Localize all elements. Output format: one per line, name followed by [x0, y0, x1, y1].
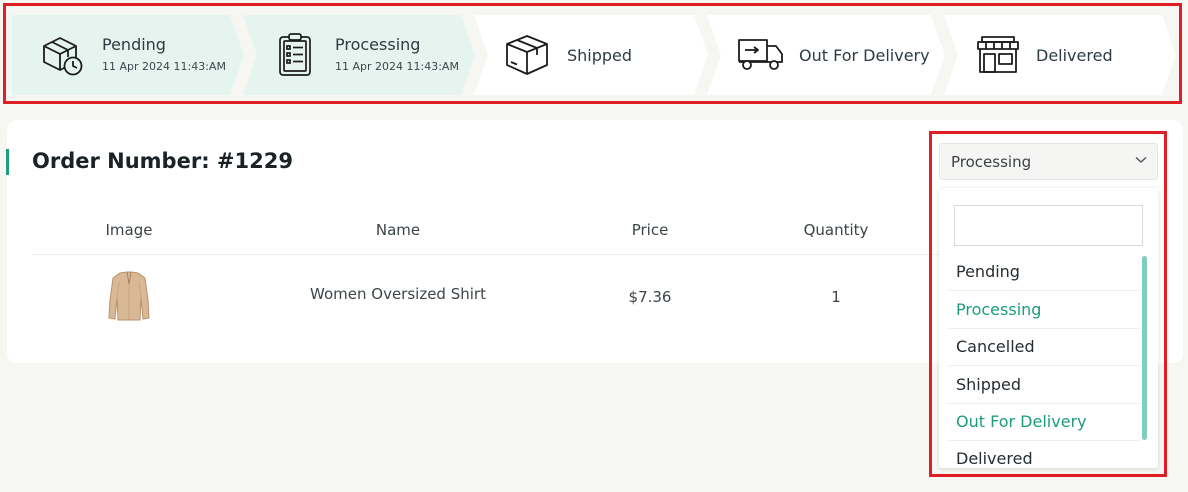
dropdown-option-pending[interactable]: Pending: [948, 254, 1140, 291]
status-select[interactable]: Processing: [939, 143, 1158, 180]
dropdown-option-delivered[interactable]: Delivered: [948, 441, 1140, 468]
order-number-title: Order Number: #1229: [32, 149, 293, 173]
dropdown-option-out-for-delivery[interactable]: Out For Delivery: [948, 404, 1140, 441]
title-accent-bar: [6, 149, 9, 175]
column-header-name: Name: [375, 221, 421, 239]
product-price: $7.36: [628, 288, 672, 306]
step-label: Processing: [335, 35, 421, 54]
dropdown-scrollbar[interactable]: [1142, 256, 1147, 440]
column-header-price: Price: [631, 221, 669, 239]
clipboard-checklist-icon: [279, 33, 311, 76]
status-select-value: Processing: [951, 153, 1032, 171]
table-divider: [32, 254, 942, 255]
product-name: Women Oversized Shirt: [310, 285, 486, 303]
tracker-step-delivered: Delivered: [944, 15, 1176, 95]
package-clock-icon: [43, 37, 83, 76]
delivery-truck-icon: [738, 39, 783, 70]
tracker-step-out-for-delivery: Out For Delivery: [707, 15, 945, 95]
column-header-image: Image: [105, 221, 153, 239]
step-label: Delivered: [1036, 46, 1113, 65]
step-label: Out For Delivery: [799, 46, 930, 65]
step-date: 11 Apr 2024 11:43:AM: [102, 60, 226, 73]
chevron-down-icon: [1135, 156, 1147, 164]
dropdown-option-shipped[interactable]: Shipped: [948, 367, 1140, 404]
storefront-icon: [977, 36, 1019, 73]
column-header-quantity: Quantity: [803, 221, 869, 239]
status-dropdown-menu: Pending Processing Cancelled Shipped Out…: [939, 188, 1158, 468]
step-label: Shipped: [567, 46, 633, 65]
product-quantity: 1: [831, 288, 841, 306]
tracker-step-processing: Processing 11 Apr 2024 11:43:AM: [243, 15, 475, 95]
step-label: Pending: [102, 35, 166, 54]
step-date: 11 Apr 2024 11:43:AM: [335, 60, 459, 73]
dropdown-search-input[interactable]: [954, 205, 1143, 246]
tracker-step-shipped: Shipped: [474, 15, 708, 95]
tracker-step-pending: Pending 11 Apr 2024 11:43:AM: [12, 15, 244, 95]
box-icon: [506, 35, 548, 75]
dropdown-option-cancelled[interactable]: Cancelled: [948, 329, 1140, 366]
dropdown-option-processing[interactable]: Processing: [948, 292, 1140, 329]
product-image-shirt-icon: [108, 271, 150, 321]
